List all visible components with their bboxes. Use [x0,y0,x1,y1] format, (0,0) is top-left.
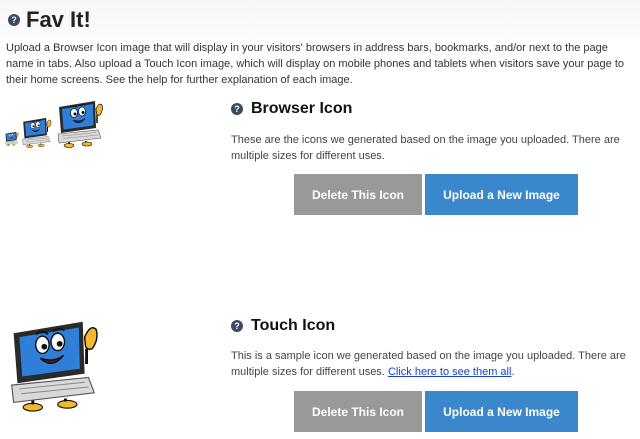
help-question-icon[interactable]: ? [231,103,243,115]
upload-touch-image-button[interactable]: Upload a New Image [425,391,578,432]
touch-icon-heading-row: ? Touch Icon [231,317,335,335]
computer-mascot-icon [54,98,104,148]
delete-browser-icon-button[interactable]: Delete This Icon [294,174,422,215]
page-header-bar [0,0,640,40]
delete-touch-icon-button[interactable]: Delete This Icon [294,391,422,432]
computer-mascot-icon [4,131,19,146]
touch-icon-description: This is a sample icon we generated based… [231,348,631,380]
page-title: Fav It! [26,7,91,32]
browser-icon-description: These are the icons we generated based o… [231,134,620,162]
browser-icon-heading-row: ? Browser Icon [231,100,352,118]
computer-mascot-icon [20,116,52,148]
see-all-sizes-link[interactable]: Click here to see them all [388,366,512,378]
browser-icon-heading: Browser Icon [251,100,353,117]
link-suffix: . [511,366,515,378]
help-question-icon[interactable]: ? [8,14,20,26]
computer-mascot-icon [4,316,100,412]
touch-icon-heading: Touch Icon [251,317,336,334]
page-title-row: ? Fav It! [8,6,91,34]
help-question-icon[interactable]: ? [231,320,243,332]
page-intro-text: Upload a Browser Icon image that will di… [6,42,624,86]
upload-browser-image-button[interactable]: Upload a New Image [425,174,578,215]
touch-icon-preview [4,316,100,417]
